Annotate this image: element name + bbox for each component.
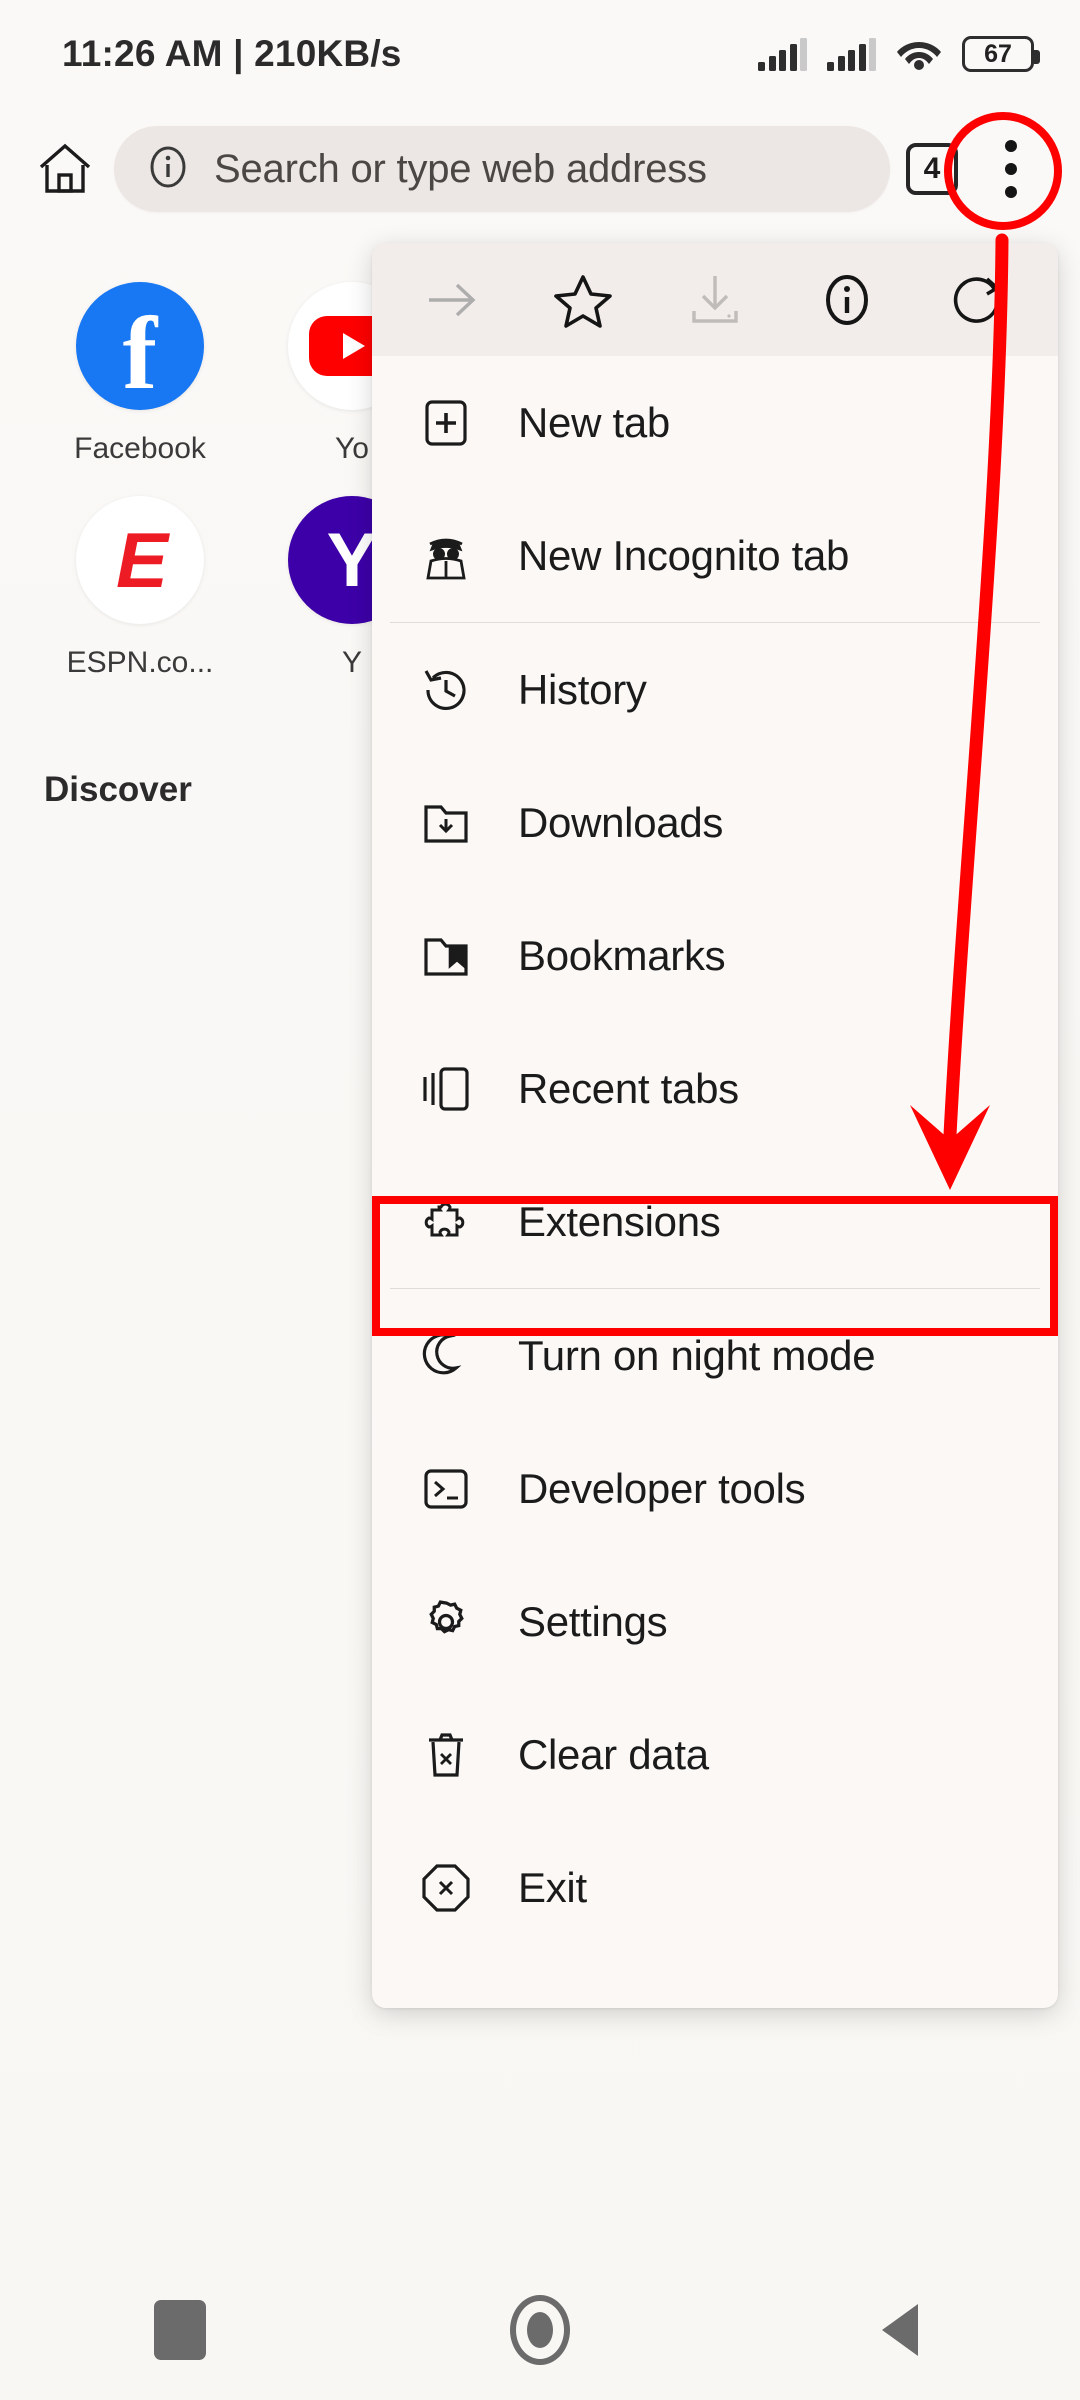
info-circle-icon[interactable] bbox=[801, 254, 893, 346]
new-tab-icon bbox=[418, 395, 474, 451]
back-triangle-icon[interactable] bbox=[840, 2270, 960, 2390]
tab-switcher-button[interactable]: 4 bbox=[906, 143, 958, 195]
star-outline-icon[interactable] bbox=[537, 254, 629, 346]
discover-section-title: Discover bbox=[44, 770, 192, 809]
terminal-icon bbox=[418, 1461, 474, 1517]
status-icons: 67 bbox=[758, 34, 1040, 75]
menu-item-recent-tabs[interactable]: Recent tabs bbox=[372, 1022, 1058, 1155]
recents-square-icon[interactable] bbox=[120, 2270, 240, 2390]
menu-item-history[interactable]: History bbox=[372, 623, 1058, 756]
android-navigation-bar bbox=[0, 2260, 1080, 2400]
menu-item-new-tab[interactable]: New tab bbox=[372, 356, 1058, 489]
bookmarks-folder-icon bbox=[418, 928, 474, 984]
search-input-placeholder: Search or type web address bbox=[214, 146, 707, 191]
menu-item-clear-data[interactable]: Clear data bbox=[372, 1688, 1058, 1821]
search-input[interactable]: Search or type web address bbox=[114, 126, 890, 212]
menu-item-night-mode[interactable]: Turn on night mode bbox=[372, 1289, 1058, 1422]
menu-item-label: Recent tabs bbox=[518, 1064, 739, 1112]
shortcut-label: Facebook bbox=[74, 432, 206, 465]
arrow-right-icon[interactable] bbox=[406, 254, 498, 346]
menu-item-developer-tools[interactable]: Developer tools bbox=[372, 1422, 1058, 1555]
menu-item-downloads[interactable]: Downloads bbox=[372, 756, 1058, 889]
menu-item-label: Extensions bbox=[518, 1197, 721, 1245]
shortcut-label: ESPN.co... bbox=[66, 646, 214, 679]
menu-item-settings[interactable]: Settings bbox=[372, 1555, 1058, 1688]
wifi-icon bbox=[896, 34, 942, 75]
puzzle-piece-icon bbox=[418, 1194, 474, 1250]
menu-quick-actions bbox=[372, 243, 1058, 356]
home-circle-icon[interactable] bbox=[480, 2270, 600, 2390]
status-time-and-network-speed: 11:26 AM | 210KB/s bbox=[62, 33, 402, 74]
gear-icon bbox=[418, 1594, 474, 1650]
shortcut-label: Yo bbox=[335, 432, 369, 465]
status-bar: 11:26 AM | 210KB/s 67 bbox=[0, 0, 1080, 108]
recent-tabs-icon bbox=[418, 1061, 474, 1117]
download-icon[interactable] bbox=[669, 254, 761, 346]
info-circle-icon[interactable] bbox=[144, 143, 192, 196]
shortcut-espn[interactable]: E ESPN.co... bbox=[34, 496, 246, 680]
battery-level: 67 bbox=[984, 39, 1012, 68]
reload-icon[interactable] bbox=[932, 254, 1024, 346]
menu-item-exit[interactable]: Exit bbox=[372, 1821, 1058, 1954]
menu-item-label: Downloads bbox=[518, 798, 724, 846]
exit-octagon-x-icon bbox=[418, 1860, 474, 1916]
three-dot-menu-icon[interactable] bbox=[972, 126, 1050, 212]
menu-item-label: Turn on night mode bbox=[518, 1331, 876, 1379]
menu-item-label: Settings bbox=[518, 1597, 668, 1645]
menu-item-label: History bbox=[518, 665, 647, 713]
battery-icon: 67 bbox=[962, 36, 1040, 72]
menu-item-label: New tab bbox=[518, 398, 670, 446]
menu-item-extensions[interactable]: Extensions bbox=[372, 1155, 1058, 1288]
tab-count-label: 4 bbox=[923, 152, 941, 185]
menu-item-bookmarks[interactable]: Bookmarks bbox=[372, 889, 1058, 1022]
home-icon[interactable] bbox=[22, 126, 108, 212]
overflow-menu-panel: New tab New Incognito tab History Downlo… bbox=[372, 243, 1058, 2008]
trash-x-icon bbox=[418, 1727, 474, 1783]
browser-screen: 11:26 AM | 210KB/s 67 Search or type web… bbox=[0, 0, 1080, 2400]
shortcut-label: Y bbox=[341, 646, 362, 679]
facebook-icon: f bbox=[76, 282, 204, 410]
menu-item-new-incognito-tab[interactable]: New Incognito tab bbox=[372, 489, 1058, 622]
signal-bars-sim2-icon bbox=[827, 37, 876, 71]
menu-item-label: Bookmarks bbox=[518, 931, 726, 979]
browser-toolbar: Search or type web address 4 bbox=[0, 115, 1080, 223]
menu-item-label: Exit bbox=[518, 1863, 587, 1911]
menu-item-label: New Incognito tab bbox=[518, 531, 850, 579]
shortcut-facebook[interactable]: f Facebook bbox=[34, 282, 246, 466]
espn-icon: E bbox=[76, 496, 204, 624]
downloads-folder-icon bbox=[418, 795, 474, 851]
incognito-icon bbox=[418, 528, 474, 584]
moon-icon bbox=[418, 1328, 474, 1384]
menu-item-label: Developer tools bbox=[518, 1464, 806, 1512]
history-clock-icon bbox=[418, 662, 474, 718]
signal-bars-sim1-icon bbox=[758, 37, 807, 71]
menu-item-label: Clear data bbox=[518, 1730, 709, 1778]
